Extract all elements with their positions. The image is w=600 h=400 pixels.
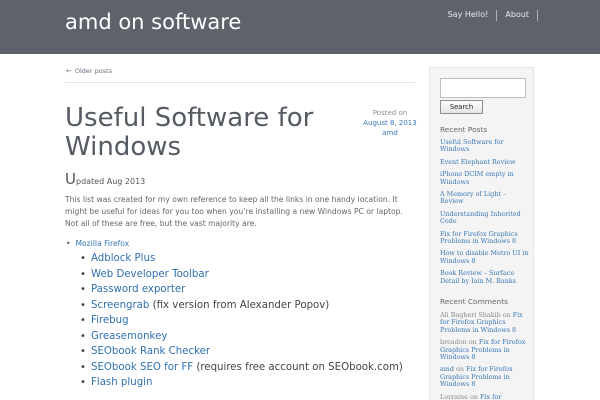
recent-comment-item: amd on Fix for Firefox Graphics Problems… (440, 366, 532, 388)
recent-posts-title: Recent Posts (440, 125, 488, 134)
bullet-icon: • (80, 377, 86, 388)
recent-post-link[interactable]: Book Review – Surface Detail by Iain M. … (440, 269, 516, 284)
recent-post-item: iPhone DCIM empty in Windows (440, 170, 530, 186)
post-author-link[interactable]: amd (355, 128, 425, 138)
comment-author: Lorraine (440, 392, 468, 400)
recent-post-link[interactable]: Fix for Firefox Graphics Problems in Win… (440, 230, 518, 245)
recent-post-item: Book Review – Surface Detail by Iain M. … (440, 269, 530, 285)
sidebar: Search Recent Posts Useful Software for … (429, 67, 534, 400)
recent-post-item: Event Elephant Review (440, 158, 530, 166)
addon-link[interactable]: Firebug (91, 315, 129, 326)
bullet-icon: • (80, 253, 86, 264)
recent-post-link[interactable]: Useful Software for Windows (440, 138, 504, 153)
nav-divider (537, 9, 538, 21)
recent-comment-item: Lorraine on Fix for (440, 392, 532, 400)
list-item: • Web Developer Toolbar (80, 267, 403, 283)
addon-link[interactable]: Screengrab (91, 300, 149, 311)
posted-on-label: Posted on (372, 109, 408, 117)
recent-comment-item: Ali Bagheri Shakib on Fix for Firefox Gr… (440, 311, 532, 334)
list-item: • Firebug (80, 313, 403, 329)
recent-post-item: A Memory of Light – Review (440, 190, 530, 206)
recent-comments-title: Recent Comments (440, 297, 508, 306)
bullet-icon: • (80, 346, 86, 357)
recent-post-link[interactable]: Event Elephant Review (440, 158, 516, 166)
list-item: • SEObook Rank Checker (80, 344, 403, 360)
list-item: • Password exporter (80, 282, 403, 298)
recent-post-item: Fix for Firefox Graphics Problems in Win… (440, 230, 530, 246)
list-item: • Adblock Plus (80, 251, 403, 267)
bullet-icon: • (66, 239, 71, 248)
list-item-text: Web Developer Toolbar (91, 267, 209, 283)
site-title[interactable]: amd on software (65, 10, 241, 34)
recent-post-item: How to disable Metro UI in Windows 8 (440, 250, 530, 265)
addon-link[interactable]: Password exporter (91, 284, 185, 295)
recent-post-item: Useful Software for Windows (440, 138, 530, 154)
firefox-link[interactable]: Mozilla Firefox (75, 239, 129, 248)
list-item-text: Screengrab (fix version from Alexander P… (91, 298, 329, 314)
addon-note: (requires free account on SEObook.com) (193, 361, 403, 373)
list-item-text: SEObook Rank Checker (91, 344, 210, 360)
recent-posts-list: Useful Software for Windows Event Elephan… (440, 138, 530, 290)
left-arrow-icon: ← (66, 67, 72, 75)
post-title[interactable]: Useful Software for Windows (65, 104, 355, 162)
post-date-link[interactable]: August 8, 2013 (355, 118, 425, 128)
recent-post-link[interactable]: A Memory of Light – Review (440, 190, 506, 205)
list-item-firefox: • Mozilla Firefox (66, 239, 129, 248)
updated-initial: U (65, 170, 76, 188)
addon-link[interactable]: Adblock Plus (91, 253, 155, 264)
list-item-text: Password exporter (91, 282, 185, 298)
addon-note: (fix version from Alexander Popov) (149, 299, 330, 311)
nav-about[interactable]: About (497, 9, 537, 21)
bullet-icon: • (80, 268, 86, 280)
search-input[interactable] (440, 78, 526, 98)
recent-post-link[interactable]: How to disable Metro UI in Windows 8 (440, 249, 528, 265)
search-button[interactable]: Search (440, 100, 483, 114)
updated-text: pdated Aug 2013 (75, 177, 146, 186)
list-item: • Flash plugin (80, 375, 403, 391)
older-posts-link[interactable]: ← Older posts (66, 67, 112, 75)
recent-post-link[interactable]: Understanding Inherited Code (440, 210, 521, 225)
recent-comments-list: Ali Bagheri Shakib on Fix for Firefox Gr… (440, 311, 532, 400)
list-item-text: Flash plugin (91, 375, 152, 391)
bullet-icon: • (80, 284, 86, 295)
addon-link[interactable]: SEObook SEO for FF (91, 362, 193, 373)
list-item-text: Adblock Plus (91, 251, 155, 267)
recent-comment-item: breadon on Fix for Firefox Graphics Prob… (440, 339, 532, 361)
divider (65, 82, 415, 83)
addon-link[interactable]: SEObook Rank Checker (91, 346, 210, 357)
addon-link[interactable]: Greasemonkey (91, 331, 167, 342)
nav-say-hello[interactable]: Say Hello! (440, 9, 497, 21)
older-posts-label: Older posts (74, 67, 113, 75)
post-meta: Posted on August 8, 2013 amd (355, 108, 425, 138)
list-item: • Screengrab (fix version from Alexander … (80, 298, 403, 314)
list-item: • SEObook SEO for FF (requires free accou… (80, 360, 403, 376)
comment-on-label: on (467, 392, 480, 400)
post-intro: This list was created for my own referen… (65, 195, 403, 228)
list-item-text: Firebug (91, 313, 129, 329)
list-item-text: SEObook SEO for FF (requires free accoun… (91, 360, 403, 376)
recent-post-item: Understanding Inherited Code (440, 210, 530, 226)
addon-link[interactable]: Flash plugin (91, 377, 152, 388)
top-nav: Say Hello! About (440, 9, 538, 21)
bullet-icon: • (80, 315, 86, 326)
site-header: amd on software Say Hello! About (0, 0, 600, 54)
bullet-icon: • (80, 299, 86, 311)
comment-post-link[interactable]: Fix for (480, 393, 501, 400)
bullet-icon: • (80, 361, 86, 373)
addon-link[interactable]: Web Developer Toolbar (91, 269, 209, 280)
bullet-icon: • (80, 330, 86, 342)
list-item-text: Greasemonkey (91, 329, 167, 345)
recent-post-link[interactable]: iPhone DCIM empty in Windows (440, 170, 514, 185)
list-item: • Greasemonkey (80, 329, 403, 345)
updated-note: Updated Aug 2013 (65, 169, 145, 188)
firefox-addons-list: • Adblock Plus • Web Developer Toolbar • Pass… (80, 251, 403, 391)
